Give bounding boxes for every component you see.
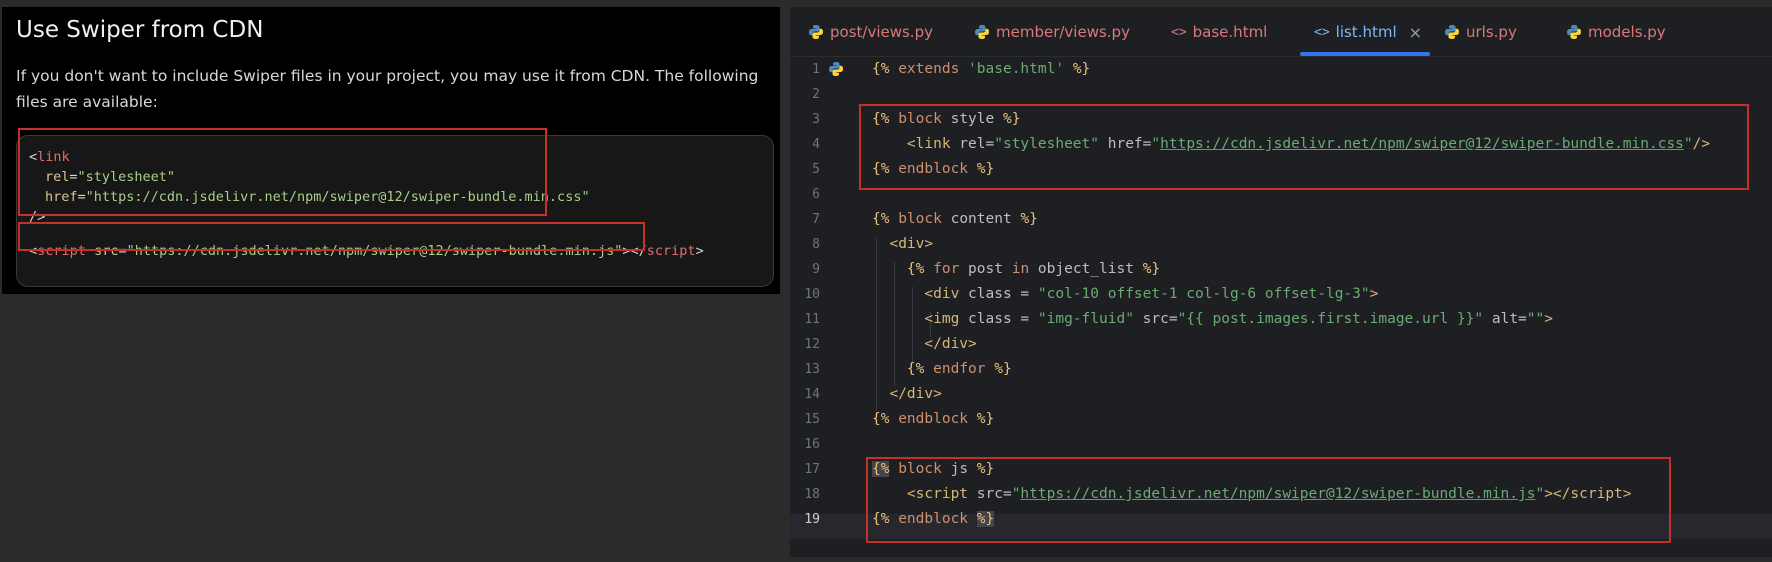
html-icon: <> — [1314, 24, 1330, 40]
swiper-docs-panel: Use Swiper from CDN If you don't want to… — [2, 7, 780, 294]
line-number: 18 — [804, 487, 820, 502]
highlight-box-style-block — [859, 104, 1749, 190]
line-number-current: 19 — [804, 512, 820, 527]
highlight-box-js-block — [866, 457, 1671, 543]
line-number: 7 — [812, 212, 820, 227]
code-line: </div> — [924, 336, 977, 352]
tab-urls[interactable]: urls.py — [1444, 7, 1517, 57]
highlight-box-script — [18, 222, 645, 251]
code-line: {% endfor %} — [906, 361, 1012, 377]
line-number: 6 — [812, 187, 820, 202]
tab-post-views[interactable]: post/views.py — [808, 7, 933, 57]
code-line: {% block content %} — [872, 211, 1038, 227]
code-line: </div> — [889, 386, 942, 402]
code-line: <div class = "col-10 offset-1 col-lg-6 o… — [924, 286, 1379, 302]
tab-base-html[interactable]: <> base.html — [1171, 7, 1267, 57]
tab-label: urls.py — [1466, 23, 1517, 41]
tab-label: list.html — [1335, 23, 1397, 41]
doc-description: If you don't want to include Swiper file… — [16, 67, 759, 111]
active-tab-indicator — [1300, 52, 1430, 56]
line-number: 15 — [804, 412, 820, 427]
code-line: {% extends 'base.html' %} — [872, 61, 1091, 77]
line-number: 1 — [812, 62, 820, 77]
line-number: 11 — [804, 312, 820, 327]
python-icon — [828, 61, 844, 82]
tab-label: member/views.py — [996, 23, 1130, 41]
close-icon[interactable]: × — [1409, 23, 1422, 42]
line-number: 3 — [812, 112, 820, 127]
highlight-box-link — [18, 128, 547, 216]
page-title: Use Swiper from CDN — [16, 17, 264, 43]
editor-tab-bar: post/views.py member/views.py <> base.ht… — [790, 7, 1772, 57]
line-number: 8 — [812, 237, 820, 252]
line-number: 13 — [804, 362, 820, 377]
html-icon: <> — [1171, 24, 1187, 40]
python-icon — [1566, 24, 1582, 40]
line-number: 12 — [804, 337, 820, 352]
code-line: {% for post in object_list %} — [906, 261, 1161, 277]
tab-list-html[interactable]: <> list.html × — [1314, 7, 1422, 57]
tab-member-views[interactable]: member/views.py — [974, 7, 1130, 57]
line-number: 5 — [812, 162, 820, 177]
tab-label: base.html — [1192, 23, 1268, 41]
tab-models[interactable]: models.py — [1566, 7, 1666, 57]
python-icon — [808, 24, 824, 40]
line-number: 16 — [804, 437, 820, 452]
python-icon — [974, 24, 990, 40]
code-line: <img class = "img-fluid" src="{{ post.im… — [924, 311, 1553, 327]
code-line: {% endblock %} — [872, 411, 995, 427]
line-number: 9 — [812, 262, 820, 277]
line-number: 14 — [804, 387, 820, 402]
line-number: 10 — [804, 287, 820, 302]
line-number-gutter: 1 2 3 4 5 6 7 8 9 10 11 12 13 14 15 16 1… — [790, 57, 850, 557]
python-icon — [1444, 24, 1460, 40]
tab-label: models.py — [1588, 23, 1666, 41]
code-editor: post/views.py member/views.py <> base.ht… — [790, 7, 1772, 557]
tab-label: post/views.py — [830, 23, 933, 41]
line-number: 17 — [804, 462, 820, 477]
line-number: 4 — [812, 137, 820, 152]
line-number: 2 — [812, 87, 820, 102]
code-line: <div> — [889, 236, 934, 252]
